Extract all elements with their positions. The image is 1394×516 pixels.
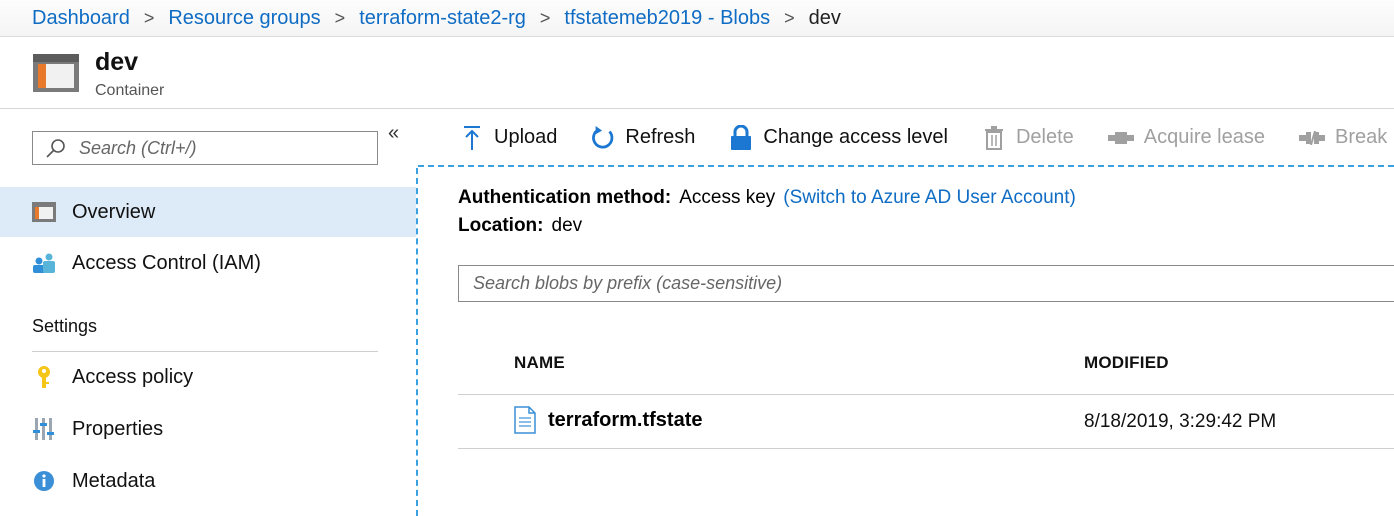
breadcrumb-dashboard[interactable]: Dashboard <box>32 7 130 30</box>
properties-icon <box>32 417 56 441</box>
refresh-icon <box>591 125 615 151</box>
blob-name: terraform.tfstate <box>548 408 703 431</box>
acquire-lease-button[interactable]: Acquire lease <box>1107 125 1265 151</box>
row-divider <box>458 448 1394 449</box>
change-access-level-label: Change access level <box>763 126 948 148</box>
blob-search[interactable] <box>458 265 1394 302</box>
page-header: dev Container <box>0 38 1394 109</box>
page-subtitle: Container <box>95 82 165 99</box>
delete-button[interactable]: Delete <box>982 125 1074 151</box>
sidebar-item-access-policy[interactable]: Access policy <box>0 352 416 402</box>
column-header-name[interactable]: NAME <box>514 353 565 373</box>
upload-label: Upload <box>494 126 558 148</box>
search-icon <box>45 137 67 159</box>
header-divider <box>458 394 1394 395</box>
blob-search-input[interactable] <box>473 273 1373 294</box>
acquire-lease-label: Acquire lease <box>1143 126 1265 148</box>
location-label: Location: <box>458 215 544 236</box>
sidebar-item-overview[interactable]: Overview <box>0 187 416 237</box>
auth-value: Access key <box>679 187 776 208</box>
collapse-sidebar-button[interactable]: « <box>388 122 399 145</box>
sidebar-search-input[interactable] <box>79 137 359 159</box>
sidebar-search[interactable] <box>32 131 378 165</box>
settings-section-title: Settings <box>32 316 98 336</box>
breadcrumb-separator: > <box>539 7 551 28</box>
sidebar-item-label: Properties <box>72 417 164 440</box>
breadcrumb-resource-groups[interactable]: Resource groups <box>168 7 320 30</box>
break-lease-label: Break lease <box>1334 126 1394 148</box>
table-row[interactable]: terraform.tfstate <box>514 406 702 434</box>
command-bar: Upload Refresh Change access level Delet… <box>418 110 1394 167</box>
refresh-button[interactable]: Refresh <box>591 125 695 151</box>
breadcrumb-storage-blobs[interactable]: tfstatemeb2019 - Blobs <box>564 7 770 30</box>
info-icon <box>32 469 56 493</box>
breadcrumb-separator: > <box>334 7 346 28</box>
lock-icon <box>729 124 753 151</box>
sidebar-item-properties[interactable]: Properties <box>0 404 416 454</box>
breadcrumb-separator: > <box>143 7 155 28</box>
location-value: dev <box>551 215 583 236</box>
sidebar: « Overview Access Control (IAM) Settings <box>0 110 416 516</box>
sidebar-item-metadata[interactable]: Metadata <box>0 456 416 506</box>
sidebar-item-label: Access Control (IAM) <box>72 251 261 274</box>
container-icon <box>33 54 79 92</box>
refresh-label: Refresh <box>625 126 696 148</box>
authentication-method: Authentication method: Access key (Switch … <box>458 187 1076 209</box>
container-icon <box>32 200 56 224</box>
sidebar-item-label: Metadata <box>72 469 156 492</box>
column-header-modified[interactable]: MODIFIED <box>1084 353 1169 373</box>
delete-label: Delete <box>1015 126 1074 148</box>
break-lease-button[interactable]: Break lease <box>1298 125 1394 151</box>
upload-icon <box>460 125 484 151</box>
blob-modified: 8/18/2019, 3:29:42 PM <box>1084 411 1277 432</box>
users-icon <box>32 251 56 275</box>
breadcrumb-resource-group[interactable]: terraform-state2-rg <box>359 7 526 30</box>
key-icon <box>32 365 56 389</box>
sidebar-item-label: Access policy <box>72 365 194 388</box>
upload-button[interactable]: Upload <box>460 125 557 151</box>
lease-icon <box>1107 125 1134 151</box>
switch-auth-link[interactable]: (Switch to Azure AD User Account) <box>783 187 1076 208</box>
auth-label: Authentication method: <box>458 187 672 208</box>
break-lease-icon <box>1298 125 1325 151</box>
pane-divider <box>416 168 418 516</box>
file-icon <box>514 406 536 434</box>
page-title: dev <box>95 48 139 76</box>
sidebar-item-access-control[interactable]: Access Control (IAM) <box>0 238 416 288</box>
breadcrumb: Dashboard > Resource groups > terraform-… <box>0 0 1394 37</box>
breadcrumb-separator: > <box>784 7 795 28</box>
trash-icon <box>982 125 1006 151</box>
change-access-level-button[interactable]: Change access level <box>729 124 948 151</box>
sidebar-item-label: Overview <box>72 200 156 223</box>
breadcrumb-current: dev <box>808 6 841 29</box>
location: Location: dev <box>458 215 582 237</box>
